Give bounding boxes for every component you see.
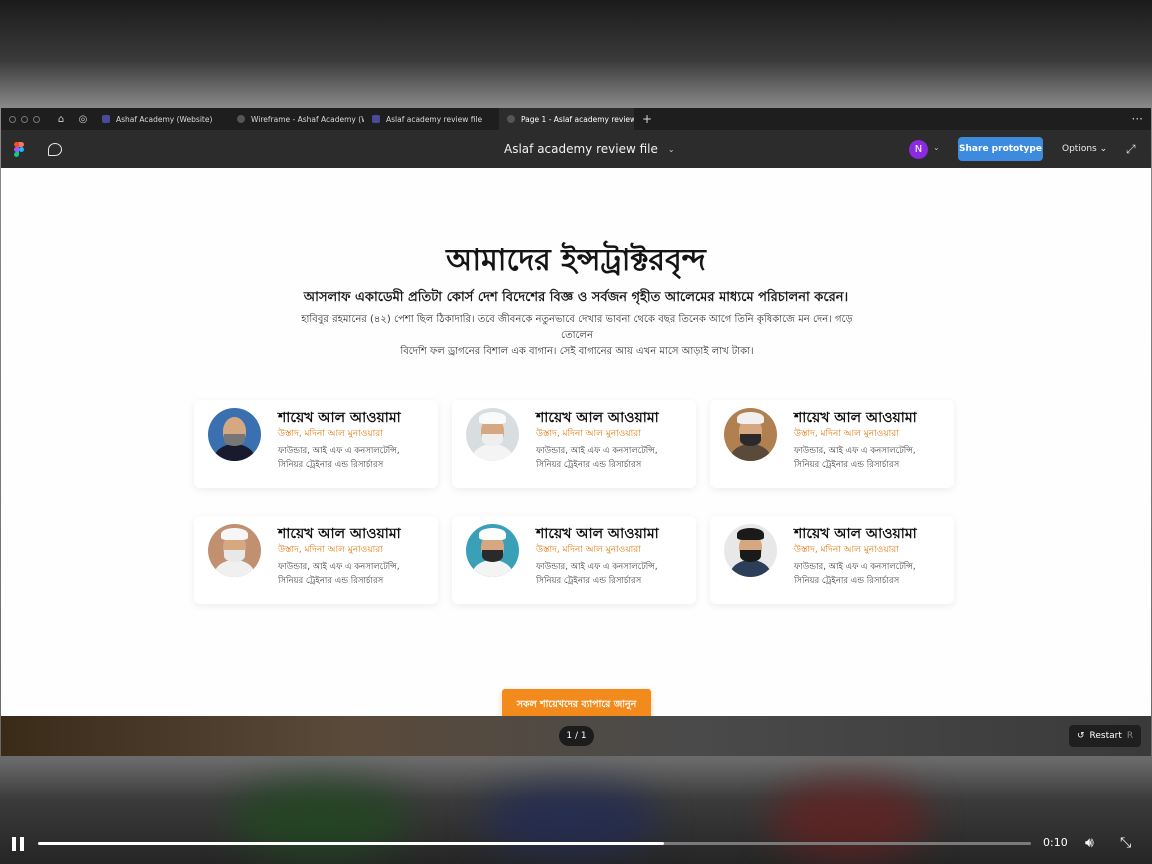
instructor-info: ফাউন্ডার, আই এফ এ কনসালটেন্সি, সিনিয়র ট… xyxy=(794,562,916,586)
instructor-info: ফাউন্ডার, আই এফ এ কনসালটেন্সি, সিনিয়র ট… xyxy=(278,562,400,586)
instructor-card[interactable]: শায়েখ আল আওয়ামা উস্তাদ, মদিনা আল মুনাও… xyxy=(710,516,954,604)
video-progress-bar[interactable] xyxy=(38,842,1031,845)
figma-window: ⌂ ◎ Ashaf Academy (Website) Wireframe - … xyxy=(1,108,1151,756)
instructor-role: উস্তাদ, মদিনা আল মুনাওয়ারা xyxy=(278,429,383,439)
instructor-info: ফাউন্ডার, আই এফ এ কনসালটেন্সি, সিনিয়র ট… xyxy=(536,446,658,470)
options-label: Options xyxy=(1062,144,1097,154)
instructor-info: ফাউন্ডার, আই এফ এ কনসালটেন্সি, সিনিয়র ট… xyxy=(536,562,658,586)
more-icon[interactable]: ··· xyxy=(1132,112,1151,126)
tab-label: Ashaf Academy (Website) xyxy=(116,114,213,124)
instructor-card[interactable]: শায়েখ আল আওয়ামা উস্তাদ, মদিনা আল মুনাও… xyxy=(194,516,438,604)
instructor-role: উস্তাদ, মদিনা আল মুনাওয়ারা xyxy=(536,429,641,439)
description-line: বিদেশি ফল ড্রাগনের বিশাল এক বাগান। সেই ব… xyxy=(400,346,754,357)
instructor-photo xyxy=(208,524,261,577)
file-title-label: Aslaf academy review file xyxy=(504,142,658,156)
new-tab-button[interactable]: + xyxy=(634,112,660,126)
instructor-card[interactable]: শায়েখ আল আওয়ামা উস্তাদ, মদিনা আল মুনাও… xyxy=(710,400,954,488)
chevron-down-icon: ⌄ xyxy=(1099,144,1108,154)
tab-label: Wireframe - Ashaf Academy (Websit xyxy=(251,114,364,124)
restart-icon: ↺ xyxy=(1077,731,1085,741)
section-description: হাবিবুর রহমানের (৪২) পেশা ছিল ঠিকাদারি। … xyxy=(287,312,867,360)
chevron-down-icon[interactable]: ⌄ xyxy=(933,143,940,152)
close-dot[interactable] xyxy=(9,115,16,123)
instructor-card[interactable]: শায়েখ আল আওয়ামা উস্তাদ, মদিনা আল মুনাও… xyxy=(194,400,438,488)
instructor-photo xyxy=(208,408,261,461)
prototype-bottom-bar: 1 / 1 ↺ Restart R xyxy=(1,716,1151,756)
tab-review-file[interactable]: Aslaf academy review file xyxy=(364,108,499,130)
comment-icon[interactable] xyxy=(48,142,62,156)
video-progress-fill xyxy=(38,842,664,845)
instructor-photo xyxy=(466,524,519,577)
home-icon[interactable]: ⌂ xyxy=(50,114,72,125)
chevron-down-icon: ⌄ xyxy=(667,144,675,154)
instructor-info: ফাউন্ডার, আই এফ এ কনসালটেন্সি, সিনিয়র ট… xyxy=(278,446,400,470)
video-time: 0:10 xyxy=(1043,836,1068,849)
video-controls: 0:10 🔊︎ ⤡ xyxy=(0,824,1152,864)
options-button[interactable]: Options ⌄ xyxy=(1056,137,1113,161)
instructor-role: উস্তাদ, মদিনা আল মুনাওয়ারা xyxy=(536,545,641,555)
restart-button[interactable]: ↺ Restart R xyxy=(1069,725,1142,747)
instructor-card[interactable]: শায়েখ আল আওয়ামা উস্তাদ, মদিনা আল মুনাও… xyxy=(452,516,696,604)
figma-file-icon xyxy=(372,115,380,123)
instructor-role: উস্তাদ, মদিনা আল মুনাওয়ারা xyxy=(794,429,899,439)
exit-fullscreen-icon[interactable]: ⤡ xyxy=(1120,835,1131,851)
file-title[interactable]: Aslaf academy review file ⌄ xyxy=(504,142,675,156)
avatar[interactable]: N xyxy=(909,140,928,159)
tab-wireframe[interactable]: Wireframe - Ashaf Academy (Websit xyxy=(229,108,364,130)
instructor-info: ফাউন্ডার, আই এফ এ কনসালটেন্সি, সিনিয়র ট… xyxy=(794,446,916,470)
section-heading: আমাদের ইন্সট্রাক্টরবৃন্দ xyxy=(446,243,706,278)
volume-icon[interactable]: 🔊︎ xyxy=(1085,835,1094,851)
description-line: হাবিবুর রহমানের (৪২) পেশা ছিল ঠিকাদারি। … xyxy=(301,314,853,341)
globe-icon[interactable]: ◎ xyxy=(72,114,94,125)
prototype-toolbar: Aslaf academy review file ⌄ N ⌄ Share pr… xyxy=(1,130,1151,168)
instructor-role: উস্তাদ, মদিনা আল মুনাওয়ারা xyxy=(278,545,383,555)
instructor-role: উস্তাদ, মদিনা আল মুনাওয়ারা xyxy=(794,545,899,555)
instructor-photo xyxy=(724,408,777,461)
pause-icon[interactable] xyxy=(12,837,26,851)
prototype-icon xyxy=(507,115,515,123)
instructor-photo xyxy=(466,408,519,461)
tab-ashaf-academy-website[interactable]: Ashaf Academy (Website) xyxy=(94,108,229,130)
expand-icon[interactable]: ⤢ xyxy=(1126,143,1138,155)
restart-shortcut: R xyxy=(1126,731,1134,741)
tab-page-1-review-file[interactable]: Page 1 - Aslaf academy review file ✕ xyxy=(499,108,634,130)
figma-file-icon xyxy=(102,115,110,123)
window-controls xyxy=(9,115,40,123)
restart-label: Restart xyxy=(1089,731,1122,741)
share-prototype-button[interactable]: Share prototype xyxy=(958,137,1043,161)
minimize-dot[interactable] xyxy=(21,115,28,123)
prototype-canvas: আমাদের ইন্সট্রাক্টরবৃন্দ আসলাফ একাডেমী প… xyxy=(1,168,1151,721)
page-indicator: 1 / 1 xyxy=(559,726,594,746)
instructor-card[interactable]: শায়েখ আল আওয়ামা উস্তাদ, মদিনা আল মুনাও… xyxy=(452,400,696,488)
tab-label: Aslaf academy review file xyxy=(386,114,483,124)
figma-logo-icon[interactable] xyxy=(14,141,24,157)
section-subheading: আসলাফ একাডেমী প্রতিটা কোর্স দেশ বিদেশের … xyxy=(303,290,849,305)
instructor-photo xyxy=(724,524,777,577)
tab-label: Page 1 - Aslaf academy review file xyxy=(521,114,634,124)
browser-tab-bar: ⌂ ◎ Ashaf Academy (Website) Wireframe - … xyxy=(1,108,1151,130)
prototype-icon xyxy=(237,115,245,123)
maximize-dot[interactable] xyxy=(33,115,40,123)
